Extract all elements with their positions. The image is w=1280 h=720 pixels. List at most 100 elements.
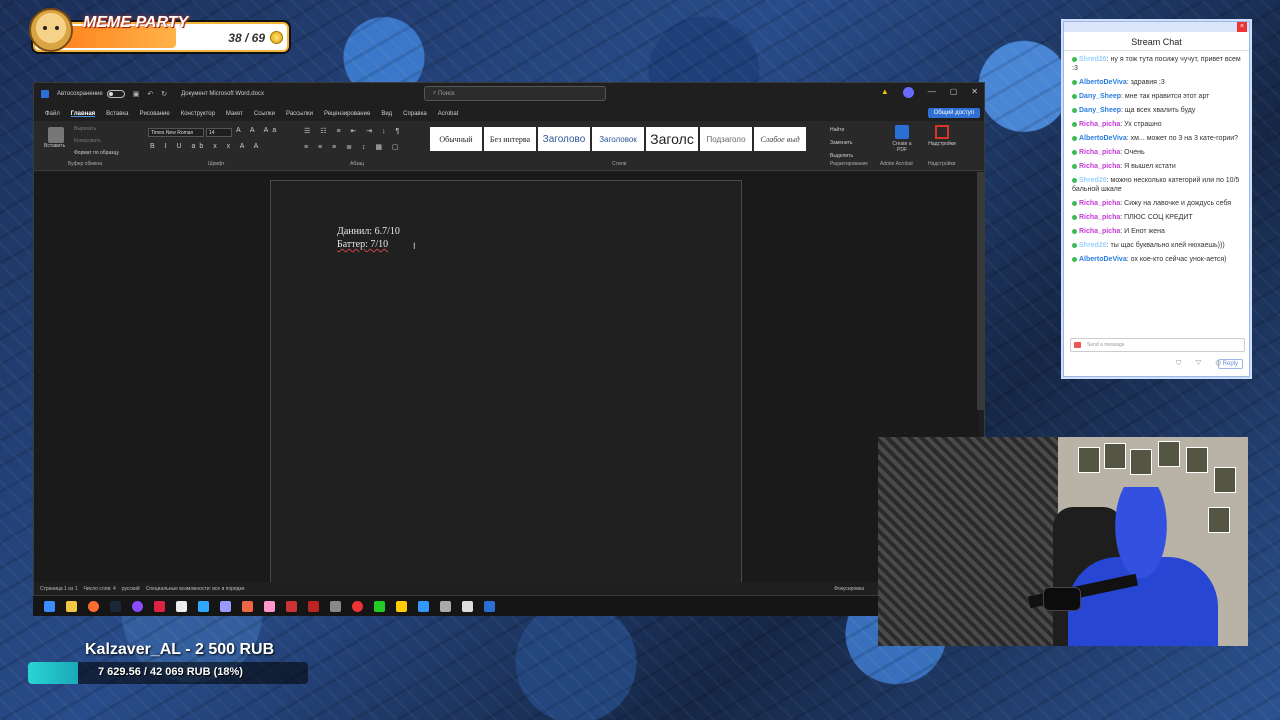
vertical-scrollbar[interactable] [977, 172, 984, 410]
tab-file[interactable]: Файл [45, 111, 60, 117]
copy-button[interactable]: Копировать [74, 138, 101, 144]
chat-username[interactable]: Shred26 [1079, 242, 1107, 249]
chat-username[interactable]: Richa_picha [1079, 214, 1120, 221]
app-icon[interactable] [308, 600, 319, 612]
app-icon[interactable] [176, 600, 187, 612]
addins-label: Надстройки [928, 141, 956, 147]
font-name-select[interactable]: Times New Roman [148, 128, 204, 137]
text-format-buttons[interactable]: B I U ab x x A A [150, 143, 262, 150]
online-dot-icon [1072, 121, 1077, 127]
steam-icon[interactable] [110, 600, 121, 612]
document-line[interactable]: Баттер: 7/10 [337, 239, 388, 250]
document-page[interactable]: Даннил: 6.7/10 Баттер: 7/10 I [270, 180, 742, 584]
donation-goal-bar: 7 629.56 / 42 069 RUB (18%) [28, 662, 308, 684]
account-avatar[interactable] [902, 87, 914, 98]
chat-username[interactable]: AlbertoDeViva [1079, 256, 1127, 263]
tab-references[interactable]: Ссылки [254, 111, 275, 117]
chat-username[interactable]: Richa_picha [1079, 228, 1120, 235]
settings-icon[interactable] [440, 600, 451, 612]
share-button[interactable]: Общий доступ [927, 108, 980, 118]
app-icon[interactable] [264, 600, 275, 612]
tab-review[interactable]: Рецензирование [324, 111, 370, 117]
format-painter-button[interactable]: Формат по образцу [74, 150, 119, 156]
tab-home[interactable]: Главная [71, 111, 95, 117]
top-donor: Kalzaver_AL - 2 500 RUB [85, 641, 275, 658]
discord-icon[interactable] [132, 600, 143, 612]
tab-help[interactable]: Справка [403, 111, 427, 117]
chat-close-button[interactable]: × [1237, 22, 1247, 32]
style-subtle-emphasis[interactable]: Слабое выд [754, 127, 806, 151]
font-grow-shrink-buttons[interactable]: A A Aa [236, 127, 280, 134]
chat-username[interactable]: Dany_Sheep [1079, 107, 1121, 114]
app-icon[interactable] [418, 600, 429, 612]
app-icon[interactable] [462, 600, 473, 612]
cut-button[interactable]: Вырезать [74, 126, 96, 132]
streamer-head [1096, 487, 1186, 617]
style-heading-2[interactable]: Заголовок [592, 127, 644, 151]
app-icon[interactable] [286, 600, 297, 612]
window-controls: ▲ — ▢ ✕ [881, 87, 978, 98]
photoshop-icon[interactable] [198, 600, 209, 612]
paste-icon[interactable] [48, 127, 64, 143]
tab-mailings[interactable]: Рассылки [286, 111, 313, 117]
replace-button[interactable]: Заменить [830, 137, 853, 150]
tab-acrobat[interactable]: Acrobat [438, 111, 459, 117]
chat-username[interactable]: Shred26 [1079, 177, 1107, 184]
app-icon[interactable] [374, 600, 385, 612]
app-icon[interactable] [396, 600, 407, 612]
tab-design[interactable]: Конструктор [181, 111, 215, 117]
style-normal[interactable]: Обычный [430, 127, 482, 151]
chat-username[interactable]: AlbertoDeViva [1079, 135, 1127, 142]
language-indicator[interactable]: русский [122, 586, 140, 592]
tab-view[interactable]: Вид [381, 111, 392, 117]
maximize-button[interactable]: ▢ [950, 87, 958, 98]
chat-username[interactable]: Shred26 [1079, 56, 1107, 63]
document-title[interactable]: Документ Microsoft Word.docx [181, 91, 264, 97]
find-button[interactable]: Найти [830, 124, 853, 137]
app-icon[interactable] [352, 600, 363, 612]
chat-text: Ух страшно [1124, 121, 1162, 128]
style-title[interactable]: Заголс [646, 127, 698, 151]
firefox-icon[interactable] [88, 600, 99, 612]
addins-button[interactable]: Надстройки [926, 125, 958, 147]
app-icon[interactable] [330, 600, 341, 612]
close-button[interactable]: ✕ [971, 87, 978, 98]
document-line[interactable]: Даннил: 6.7/10 [337, 226, 400, 237]
create-pdf-button[interactable]: Create a PDF [892, 125, 912, 153]
chat-username[interactable]: Richa_picha [1079, 200, 1120, 207]
style-heading-1[interactable]: Заголово [538, 127, 590, 151]
redo-icon[interactable]: ↻ [161, 90, 167, 98]
premiere-icon[interactable] [220, 600, 231, 612]
chat-username[interactable]: Richa_picha [1079, 149, 1120, 156]
tab-insert[interactable]: Вставка [106, 111, 128, 117]
search-box[interactable]: ⌕ Поиск [424, 86, 606, 101]
folder-icon[interactable] [66, 600, 77, 612]
chat-username[interactable]: Richa_picha [1079, 121, 1120, 128]
list-buttons[interactable]: ☰ ☷ ≡ ⇤ ⇥ ↓ ¶ [304, 127, 403, 135]
obs-icon[interactable] [154, 600, 165, 612]
minimize-button[interactable]: — [928, 87, 936, 98]
tab-draw[interactable]: Рисование [139, 111, 169, 117]
chat-input[interactable]: Send a message [1070, 338, 1245, 352]
style-no-spacing[interactable]: Без интерва [484, 127, 536, 151]
page-count[interactable]: Страница 1 из 1 [40, 586, 77, 592]
warning-icon[interactable]: ▲ [881, 87, 889, 98]
focus-mode-button[interactable]: Фокусировка [834, 586, 864, 592]
start-icon[interactable] [44, 600, 55, 612]
chat-username[interactable]: Richa_picha [1079, 163, 1120, 170]
word-taskbar-icon[interactable] [484, 600, 495, 612]
word-count[interactable]: Число слов: 4 [83, 586, 115, 592]
paste-label[interactable]: Вставить [44, 143, 65, 149]
autosave-toggle[interactable] [106, 90, 125, 98]
accessibility-status[interactable]: Специальные возможности: все в порядке [146, 586, 245, 592]
app-icon[interactable] [242, 600, 253, 612]
alignment-buttons[interactable]: ≡ ≡ ≡ ≣ ↕ ▦ ▢ [304, 143, 403, 151]
chat-username[interactable]: AlbertoDeViva [1079, 79, 1127, 86]
style-subtitle[interactable]: Подзаголо [700, 127, 752, 151]
font-size-select[interactable]: 14 [206, 128, 232, 137]
undo-icon[interactable]: ↶ [147, 90, 153, 98]
tab-layout[interactable]: Макет [226, 111, 243, 117]
chat-username[interactable]: Dany_Sheep [1079, 93, 1121, 100]
reply-button[interactable]: Reply [1217, 359, 1243, 369]
save-icon[interactable]: ▣ [133, 90, 140, 98]
